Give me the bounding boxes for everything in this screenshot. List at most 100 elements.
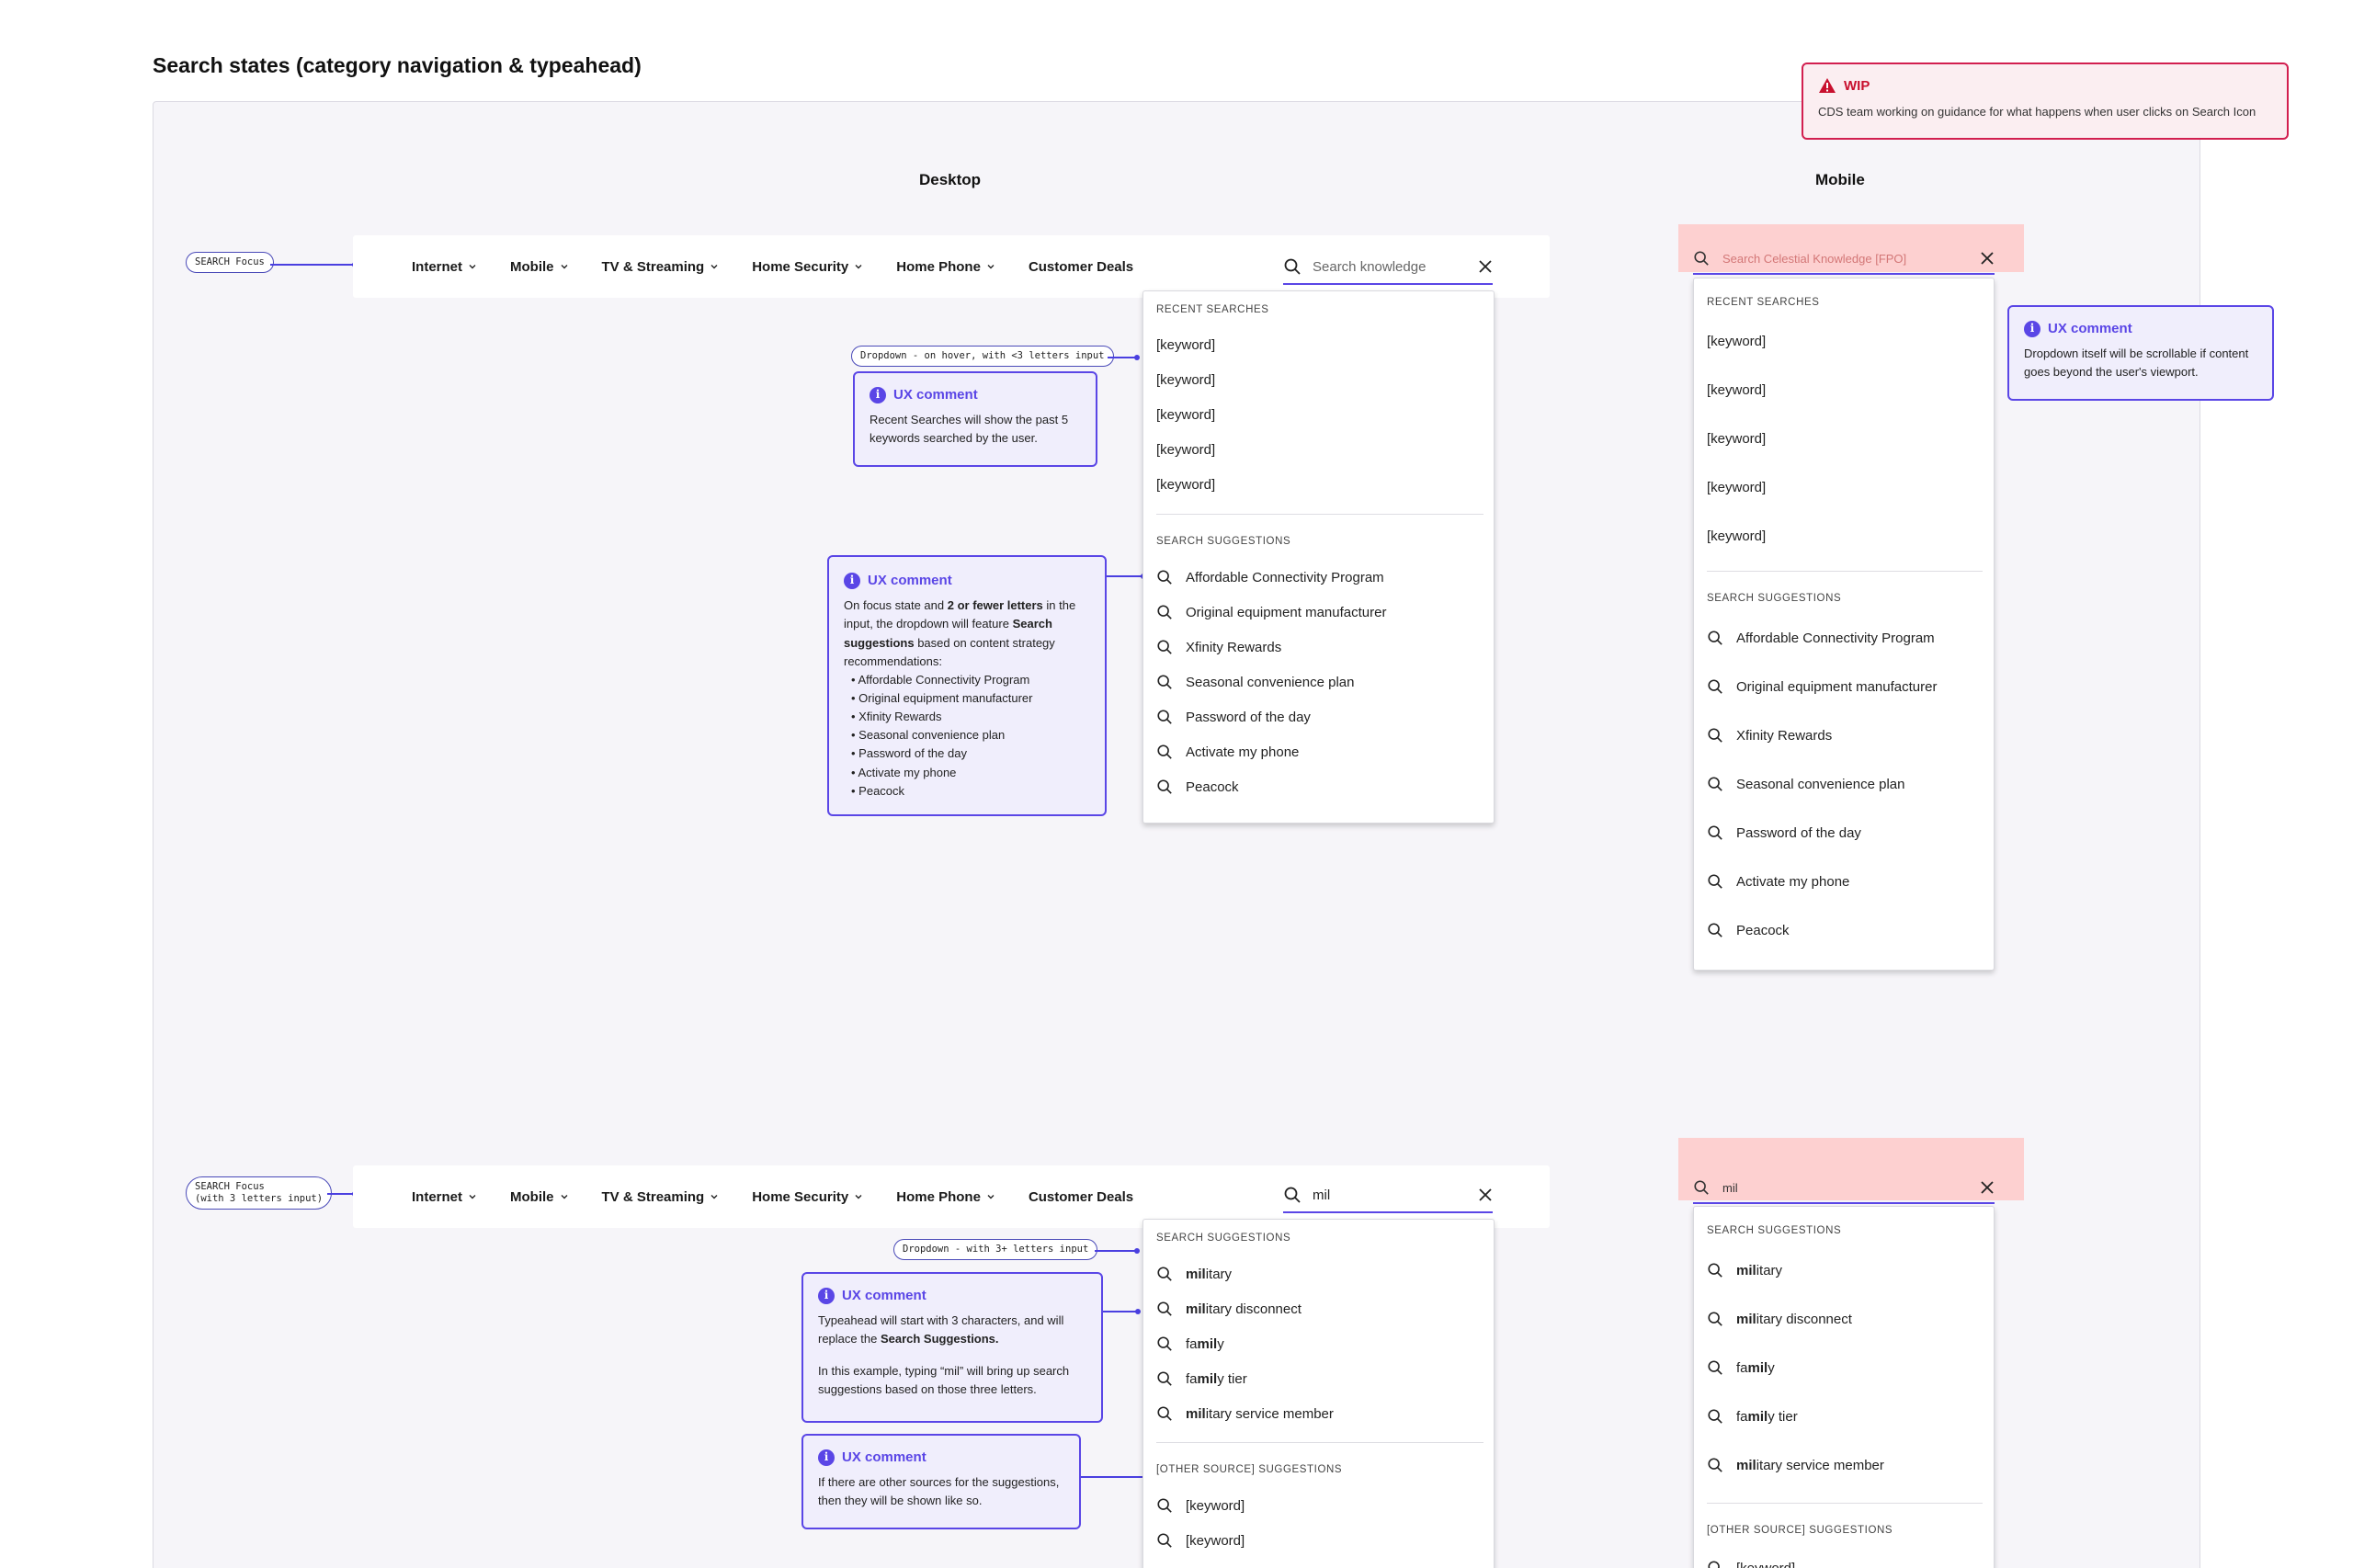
ux-comment-body: If there are other sources for the sugge… (818, 1475, 1060, 1508)
recent-keyword[interactable]: [keyword] (1156, 337, 1215, 353)
close-icon[interactable] (1478, 259, 1493, 274)
suggestion-item[interactable]: Activate my phone (1707, 873, 1849, 890)
nav-item-home-phone[interactable]: Home Phone (896, 259, 995, 275)
suggestion-item[interactable]: Xfinity Rewards (1707, 727, 1832, 744)
suggestion-item[interactable]: military (1707, 1262, 1782, 1278)
ux-comment-body-2: In this example, typing “mil” will bring… (818, 1363, 1070, 1396)
suggestion-item[interactable]: military service member (1156, 1405, 1334, 1422)
suggestion-label: Password of the day (1736, 824, 1861, 841)
recent-keyword[interactable]: [keyword] (1156, 442, 1215, 458)
suggestion-item[interactable]: Seasonal convenience plan (1156, 674, 1354, 690)
suggestion-item[interactable]: Activate my phone (1156, 744, 1299, 760)
nav-item-label: Mobile (510, 1188, 554, 1205)
suggestion-item[interactable]: Peacock (1707, 922, 1790, 938)
search-icon (1157, 744, 1172, 759)
suggestion-label: Affordable Connectivity Program (1186, 569, 1384, 585)
nav-item-home-security[interactable]: Home Security (752, 259, 863, 275)
info-icon: i (870, 386, 886, 403)
close-icon[interactable] (1980, 1180, 1995, 1195)
nav-item-label: TV & Streaming (601, 1188, 705, 1205)
list-item: Peacock (851, 782, 1090, 801)
search-icon (1157, 640, 1172, 654)
suggestion-item[interactable]: [keyword] (1156, 1497, 1245, 1514)
suggestion-item[interactable]: military disconnect (1707, 1311, 1852, 1327)
nav-item-tv-streaming[interactable]: TV & Streaming (602, 259, 720, 275)
search-icon (1708, 1458, 1722, 1472)
divider (1156, 514, 1483, 515)
search-icon (1708, 631, 1722, 645)
suggestion-item[interactable]: [keyword] (1707, 1560, 1795, 1568)
nav-item-mobile[interactable]: Mobile (510, 259, 569, 275)
search-icon (1157, 1498, 1172, 1513)
desktop-column-label: Desktop (919, 171, 982, 188)
search-input[interactable]: mil (1313, 1187, 1478, 1203)
nav-item-internet[interactable]: Internet (412, 1189, 477, 1205)
info-icon: i (818, 1287, 835, 1304)
suggestion-item[interactable]: Password of the day (1156, 709, 1311, 725)
recent-keyword[interactable]: [keyword] (1707, 431, 1766, 447)
mobile-search-field[interactable]: mil (1693, 1173, 1995, 1204)
suggestion-item[interactable]: Password of the day (1707, 824, 1861, 841)
recent-keyword[interactable]: [keyword] (1707, 480, 1766, 495)
suggestion-item[interactable]: Seasonal convenience plan (1707, 776, 1904, 792)
search-icon (1157, 1406, 1172, 1421)
suggestion-label: Seasonal convenience plan (1186, 674, 1355, 690)
close-icon[interactable] (1478, 1187, 1493, 1202)
suggestion-item[interactable]: military (1156, 1266, 1232, 1282)
suggestion-item[interactable]: Affordable Connectivity Program (1707, 630, 1935, 646)
close-icon[interactable] (1980, 251, 1995, 266)
ux-comment-body: On focus state and 2 or fewer letters in… (844, 598, 1076, 668)
mobile-search-input[interactable]: mil (1722, 1181, 1980, 1195)
suggestion-item[interactable]: Peacock (1156, 778, 1239, 795)
nav-item-internet[interactable]: Internet (412, 259, 477, 275)
search-icon (1694, 1180, 1709, 1195)
search-suggestions-heading: SEARCH SUGGESTIONS (1156, 1233, 1291, 1244)
suggestion-item[interactable]: Affordable Connectivity Program (1156, 569, 1384, 585)
suggestion-label: family (1186, 1335, 1224, 1352)
suggestion-item[interactable]: Original equipment manufacturer (1707, 678, 1937, 695)
suggestion-item[interactable]: family tier (1156, 1370, 1247, 1387)
suggestion-item[interactable]: Xfinity Rewards (1156, 639, 1281, 655)
suggestion-label: military disconnect (1186, 1301, 1302, 1317)
recent-keyword[interactable]: [keyword] (1707, 528, 1766, 544)
suggestion-label: Original equipment manufacturer (1736, 678, 1938, 695)
chevron-down-icon (710, 265, 718, 269)
suggestion-label: Peacock (1736, 922, 1790, 938)
suggestion-item[interactable]: family tier (1707, 1408, 1798, 1425)
mobile-search-field[interactable]: Search Celestial Knowledge [FPO] (1693, 244, 1995, 275)
chevron-down-icon (561, 1195, 568, 1199)
search-icon (1157, 605, 1172, 619)
suggestion-item[interactable]: family (1707, 1359, 1775, 1376)
nav-item-mobile[interactable]: Mobile (510, 1189, 569, 1205)
search-icon (1708, 923, 1722, 937)
nav-item-tv-streaming[interactable]: TV & Streaming (602, 1189, 720, 1205)
recent-keyword[interactable]: [keyword] (1156, 407, 1215, 423)
recent-keyword[interactable]: [keyword] (1707, 334, 1766, 349)
suggestion-item[interactable]: family (1156, 1335, 1224, 1352)
ux-comment-mobile-scroll: i UX comment Dropdown itself will be scro… (2007, 305, 2274, 401)
recent-keyword[interactable]: [keyword] (1707, 382, 1766, 398)
nav-item-home-security[interactable]: Home Security (752, 1189, 863, 1205)
connector-line (1081, 1474, 1150, 1479)
mobile-search-input[interactable]: Search Celestial Knowledge [FPO] (1722, 252, 1980, 266)
suggestion-item[interactable]: Original equipment manufacturer (1156, 604, 1386, 620)
search-field[interactable]: mil (1283, 1178, 1493, 1213)
nav-item-customer-deals[interactable]: Customer Deals (1029, 259, 1133, 275)
list-item: Seasonal convenience plan (851, 726, 1090, 744)
info-icon: i (818, 1449, 835, 1466)
nav-item-label: Customer Deals (1028, 1188, 1134, 1205)
search-icon (1284, 1187, 1301, 1203)
nav-item-home-phone[interactable]: Home Phone (896, 1189, 995, 1205)
suggestion-item[interactable]: military disconnect (1156, 1301, 1302, 1317)
nav-item-customer-deals[interactable]: Customer Deals (1029, 1189, 1133, 1205)
ux-comment-title: UX comment (893, 387, 978, 403)
suggestion-item[interactable]: military service member (1707, 1457, 1884, 1473)
search-input[interactable]: Search knowledge (1313, 259, 1478, 275)
recent-searches-heading: RECENT SEARCHES (1707, 297, 1820, 308)
recent-keyword[interactable]: [keyword] (1156, 477, 1215, 493)
search-field[interactable]: Search knowledge (1283, 250, 1493, 285)
suggestion-item[interactable]: [keyword] (1156, 1532, 1245, 1549)
connector-line (1107, 574, 1146, 578)
nav-item-label: Home Phone (896, 1188, 981, 1205)
recent-keyword[interactable]: [keyword] (1156, 372, 1215, 388)
